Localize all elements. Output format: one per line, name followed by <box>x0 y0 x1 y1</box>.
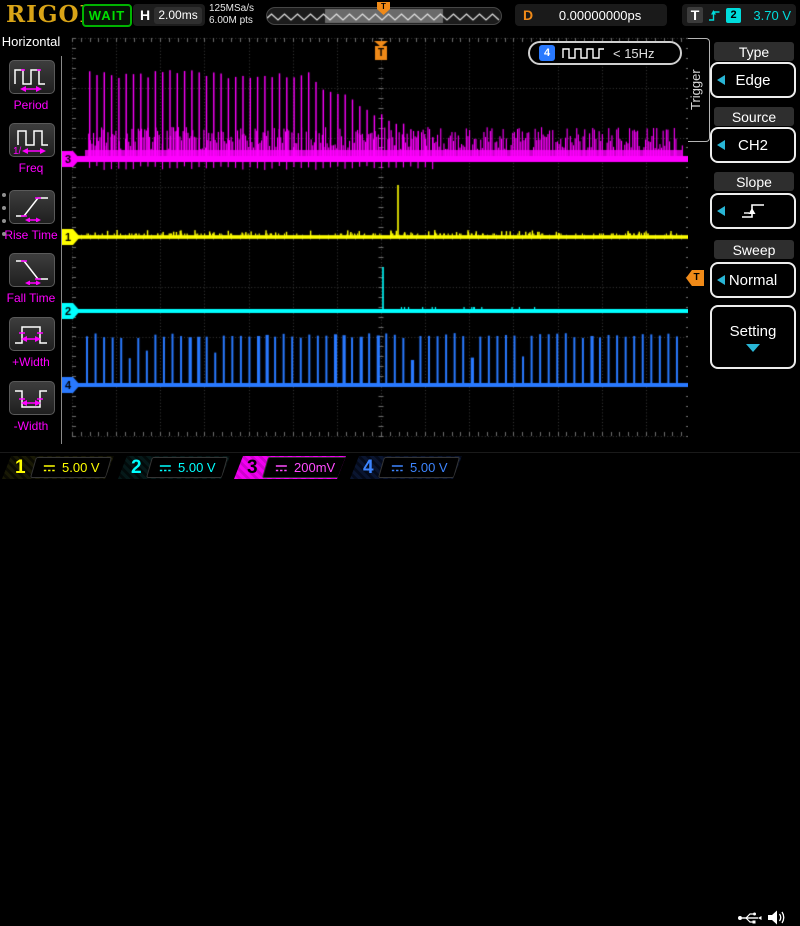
left-arrow-icon <box>717 75 725 85</box>
menu-item-period[interactable] <box>9 60 55 94</box>
rising-slope-icon <box>738 201 768 221</box>
menu-item-minus-width[interactable] <box>9 381 55 415</box>
left-menu-title: Horizontal <box>0 34 62 49</box>
channel-3-scale: 200mV <box>294 460 335 475</box>
trigger-frequency-badge: 4 < 15Hz <box>528 41 682 65</box>
dc-coupling-icon <box>390 463 405 473</box>
sweep-button[interactable]: Normal <box>710 262 796 298</box>
speaker-icon <box>766 909 786 926</box>
menu-item-plus-width[interactable] <box>9 317 55 351</box>
timebase-value: 2.00ms <box>154 7 202 24</box>
dc-coupling-icon <box>158 463 173 473</box>
delay-box[interactable]: D 0.00000000ps <box>515 4 667 26</box>
scroll-dot <box>2 193 6 197</box>
channel-1-badge[interactable]: 1 5.00 V <box>2 456 114 479</box>
sample-rate-block: 125MSa/s 6.00M pts <box>209 3 254 27</box>
channel-4-scale: 5.00 V <box>410 460 448 475</box>
top-status-bar: RIGOL WAIT H 2.00ms 125MSa/s 6.00M pts T… <box>0 0 800 30</box>
usb-icon <box>737 910 763 925</box>
slope-header: Slope <box>714 172 794 191</box>
menu-item-freq[interactable]: 1/ <box>9 123 55 157</box>
menu-label-freq: Freq <box>0 161 68 175</box>
horizontal-timebase-box[interactable]: H 2.00ms <box>133 4 205 26</box>
waveform-display <box>62 30 688 452</box>
freq-icon: 1/ <box>12 125 52 155</box>
channel-3-number: 3 <box>247 457 261 479</box>
delay-value: 0.00000000ps <box>541 8 659 23</box>
memory-depth: 6.00M pts <box>209 15 254 27</box>
channel-4-badge-bottom[interactable]: 4 5.00 V <box>350 456 462 479</box>
trigger-menu-tab[interactable]: Trigger <box>688 38 710 142</box>
setting-button[interactable]: Setting <box>710 305 796 369</box>
acquisition-status-badge: WAIT <box>82 4 132 27</box>
fall-time-icon <box>12 255 52 285</box>
type-header: Type <box>714 42 794 61</box>
dc-coupling-icon <box>274 463 289 473</box>
trigger-menu-panel: Trigger Type Edge Source CH2 Slope Sweep… <box>688 30 800 452</box>
trigger-level-value: 3.70 V <box>746 8 791 23</box>
horizontal-label: H <box>140 7 150 23</box>
delay-label: D <box>523 7 533 23</box>
source-value: CH2 <box>738 137 768 154</box>
square-wave-icon <box>562 47 606 60</box>
type-button[interactable]: Edge <box>710 62 796 98</box>
channel-4-badge: 4 <box>539 45 555 61</box>
trigger-source-badge: 2 <box>726 8 741 23</box>
scroll-dot <box>2 206 6 210</box>
trigger-frequency-value: < 15Hz <box>613 46 655 61</box>
sweep-value: Normal <box>729 272 777 289</box>
sample-rate: 125MSa/s <box>209 3 254 15</box>
type-value: Edge <box>735 72 770 89</box>
left-arrow-icon <box>717 206 725 216</box>
dc-coupling-icon <box>42 463 57 473</box>
horizontal-measure-menu: Horizontal Period 1/ Freq Rise Time <box>0 30 62 452</box>
minus-width-icon <box>12 383 52 413</box>
channel-2-badge[interactable]: 2 5.00 V <box>118 456 230 479</box>
left-arrow-icon <box>717 140 725 150</box>
channel-2-scale: 5.00 V <box>178 460 216 475</box>
channel-status-bar: 1 5.00 V 2 5.00 V 3 200mV <box>0 452 800 481</box>
period-icon <box>12 62 52 92</box>
rising-edge-icon <box>708 8 721 23</box>
down-arrow-icon <box>746 344 760 352</box>
scroll-dot <box>2 219 6 223</box>
trigger-label: T <box>687 7 703 23</box>
setting-label: Setting <box>730 323 777 340</box>
menu-item-fall-time[interactable] <box>9 253 55 287</box>
svg-text:1/: 1/ <box>13 146 22 155</box>
channel-1-scale: 5.00 V <box>62 460 100 475</box>
channel-1-number: 1 <box>15 457 29 479</box>
channel-4-number: 4 <box>363 457 377 479</box>
source-header: Source <box>714 107 794 126</box>
scroll-dot <box>2 232 6 236</box>
rise-time-icon <box>12 192 52 222</box>
slope-button[interactable] <box>710 193 796 229</box>
menu-label-rise-time: Rise Time <box>0 228 68 242</box>
trigger-status-box[interactable]: T 2 3.70 V <box>682 4 796 26</box>
menu-label-period: Period <box>0 98 68 112</box>
left-arrow-icon <box>717 275 725 285</box>
source-button[interactable]: CH2 <box>710 127 796 163</box>
channel-2-number: 2 <box>131 457 145 479</box>
sweep-header: Sweep <box>714 240 794 259</box>
menu-label-fall-time: Fall Time <box>0 291 68 305</box>
plus-width-icon <box>12 319 52 349</box>
menu-item-rise-time[interactable] <box>9 190 55 224</box>
menu-label-minus-width: -Width <box>0 419 68 433</box>
menu-label-plus-width: +Width <box>0 355 68 369</box>
channel-3-badge[interactable]: 3 200mV <box>234 456 346 479</box>
